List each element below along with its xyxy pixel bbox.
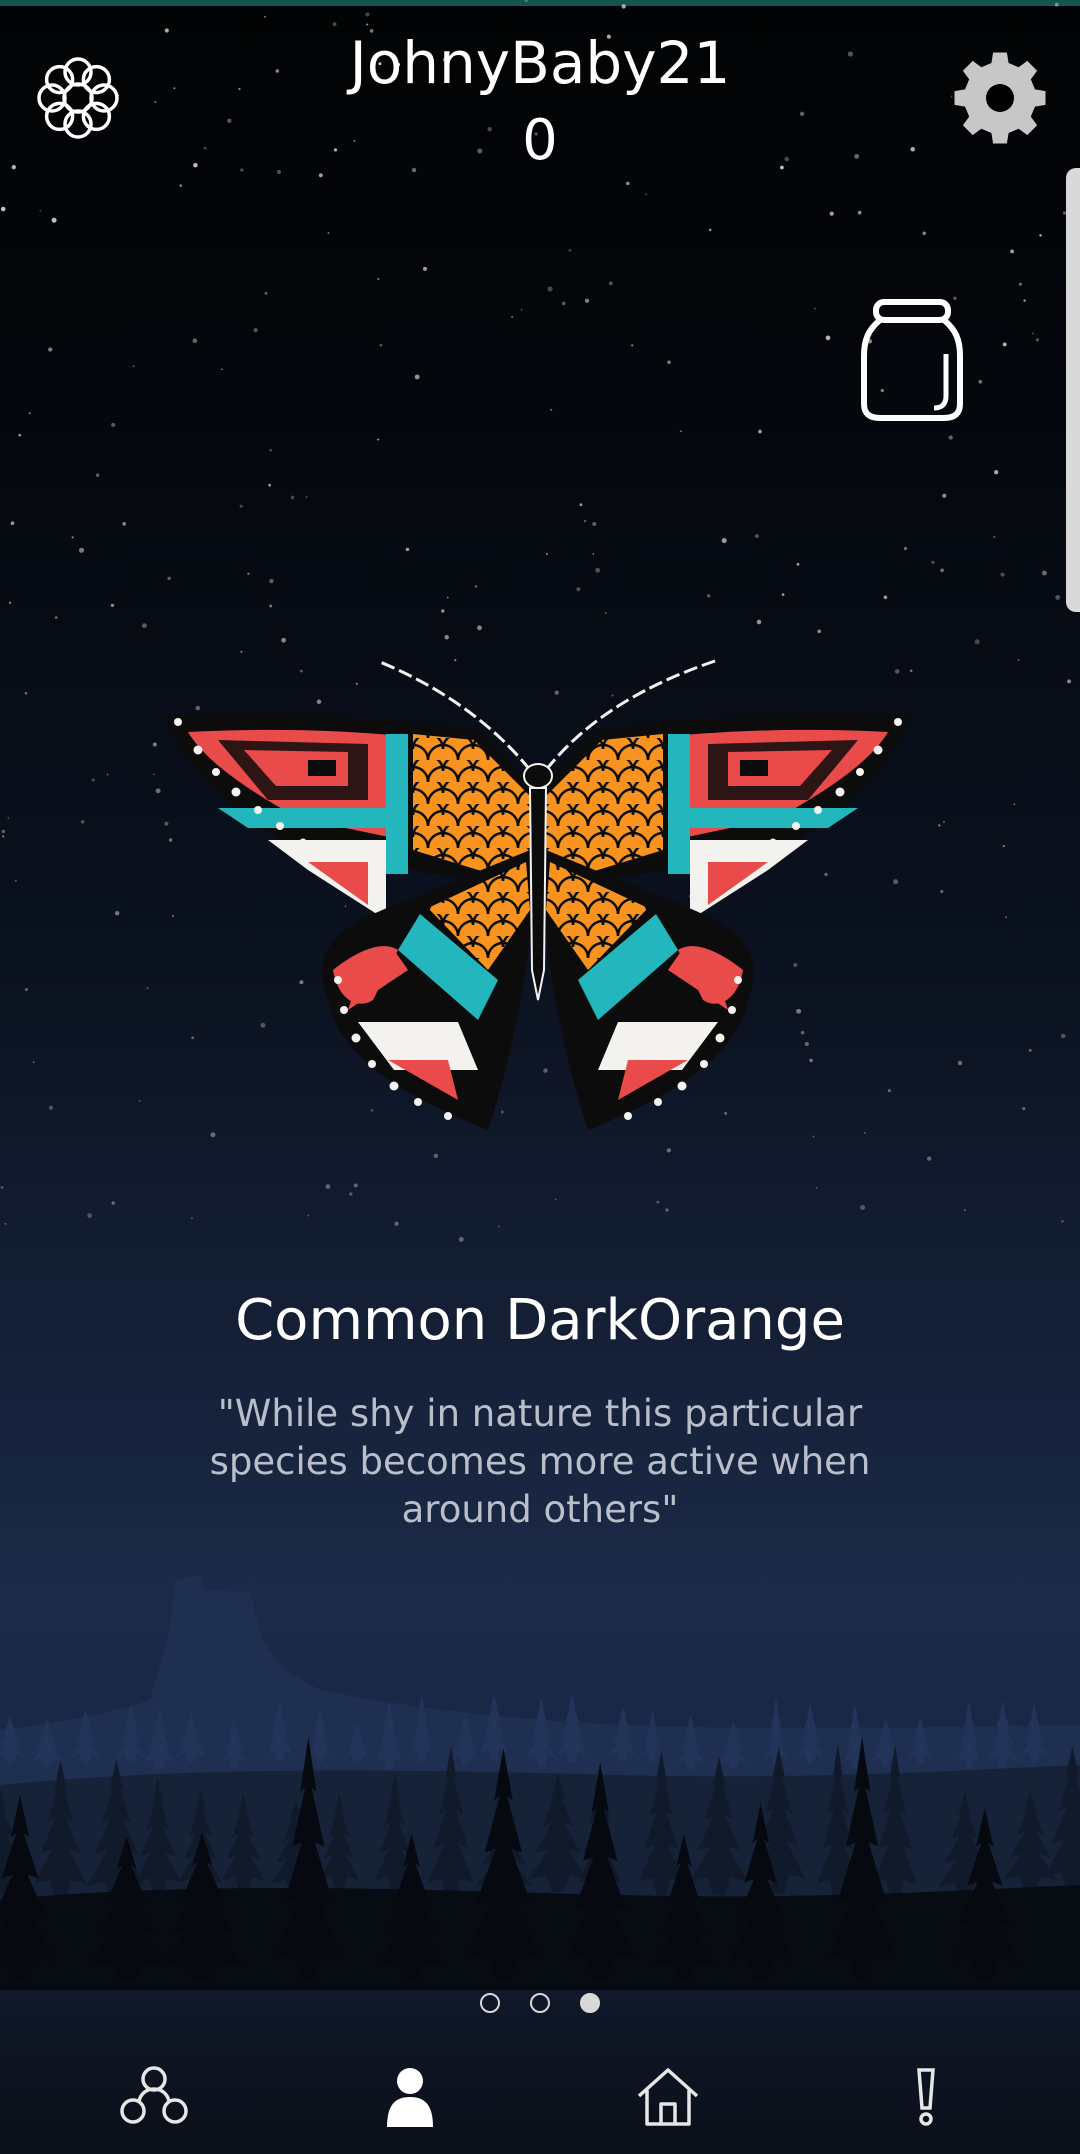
bottom-nav <box>0 2040 1080 2154</box>
score-counter: 0 <box>522 108 558 173</box>
side-drawer-handle[interactable] <box>1066 168 1080 612</box>
species-description: "While shy in nature this particular spe… <box>209 1392 871 1531</box>
page-indicator <box>0 1993 1080 2017</box>
page-dot-2[interactable] <box>530 1993 550 2013</box>
profile-icon[interactable] <box>350 2040 470 2154</box>
flower-outline-icon[interactable] <box>30 50 126 146</box>
species-name: Common DarkOrange <box>235 1288 845 1353</box>
home-icon[interactable] <box>608 2040 728 2154</box>
username: JohnyBaby21 <box>349 29 731 97</box>
app-screen: JohnyBaby21 0 Common DarkOrange "While s… <box>0 0 1080 2154</box>
gear-icon[interactable] <box>952 50 1048 146</box>
community-icon[interactable] <box>94 2040 214 2154</box>
page-dot-3[interactable] <box>580 1993 600 2013</box>
forest-landscape <box>0 1575 1080 1990</box>
alert-icon[interactable] <box>866 2040 986 2154</box>
jar-icon[interactable] <box>858 296 966 424</box>
butterfly-illustration <box>166 658 910 1130</box>
page-dot-1[interactable] <box>480 1993 500 2013</box>
